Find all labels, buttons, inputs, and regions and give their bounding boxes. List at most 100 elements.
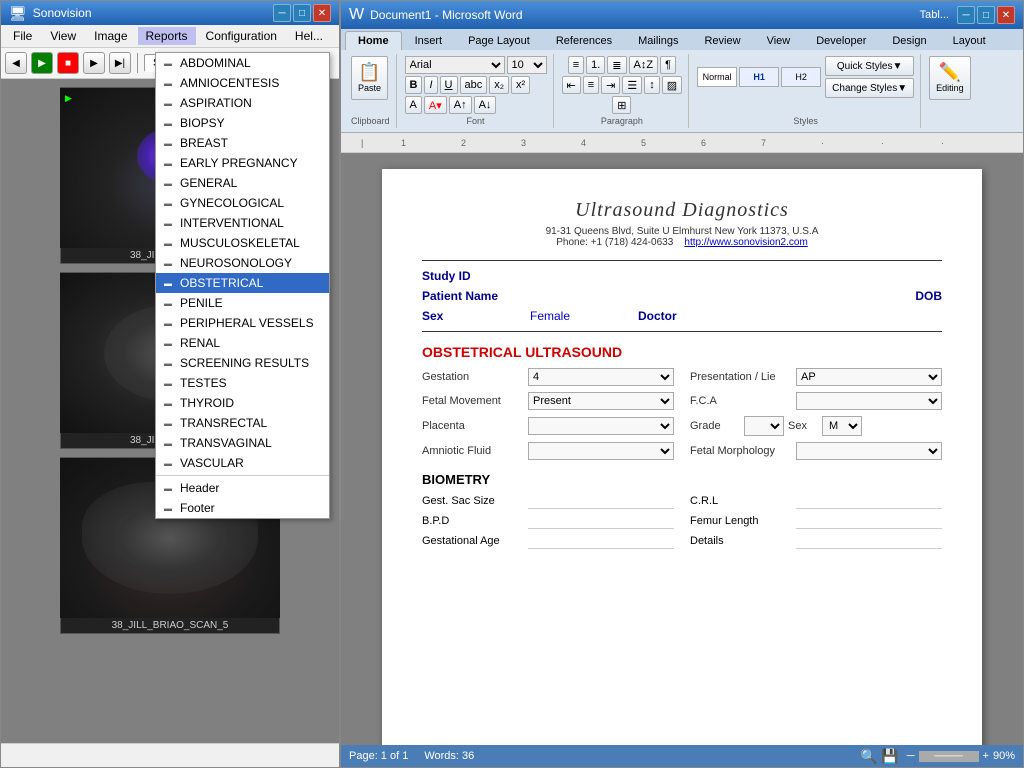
menu-obstetrical[interactable]: OBSTETRICAL	[156, 273, 329, 293]
show-marks-button[interactable]: ¶	[660, 56, 676, 74]
menu-general[interactable]: GENERAL	[156, 173, 329, 193]
menu-penile[interactable]: PENILE	[156, 293, 329, 313]
sex-select[interactable]: M	[822, 416, 862, 436]
gest-age-input[interactable]	[528, 533, 674, 549]
tab-review[interactable]: Review	[691, 31, 753, 50]
tab-layout[interactable]: Layout	[940, 31, 999, 50]
align-right[interactable]: ⇥	[601, 76, 620, 94]
font-name-select[interactable]: Arial	[405, 56, 505, 74]
bullets-button[interactable]: ≡	[568, 56, 584, 74]
editing-button[interactable]: ✏️ Editing	[929, 56, 971, 100]
bpd-input[interactable]	[528, 513, 674, 529]
word-maximize-btn[interactable]: □	[977, 6, 995, 24]
gestation-select[interactable]: 4	[528, 368, 674, 386]
font-color-button[interactable]: A▾	[424, 96, 447, 114]
italic-button[interactable]: I	[424, 76, 437, 94]
amniotic-select[interactable]	[528, 442, 674, 460]
grade-select[interactable]	[744, 416, 784, 436]
word-close-btn[interactable]: ✕	[997, 6, 1015, 24]
fetal-movement-select[interactable]: Present	[528, 392, 674, 410]
menu-musculoskeletal[interactable]: MUSCULOSKELETAL	[156, 233, 329, 253]
menu-renal[interactable]: RENAL	[156, 333, 329, 353]
borders[interactable]: ⊞	[612, 96, 631, 114]
font-size-shrink[interactable]: A↓	[474, 96, 497, 114]
numbering-button[interactable]: 1.	[586, 56, 605, 74]
fetal-morph-select[interactable]	[796, 442, 942, 460]
tab-mailings[interactable]: Mailings	[625, 31, 691, 50]
menu-transrectal[interactable]: TRANSRECTAL	[156, 413, 329, 433]
presentation-select[interactable]: AP	[796, 368, 942, 386]
stop-button[interactable]: ■	[57, 52, 79, 74]
menu-help[interactable]: Hel...	[287, 27, 331, 45]
menu-transvaginal[interactable]: TRANSVAGINAL	[156, 433, 329, 453]
maximize-button[interactable]: □	[293, 4, 311, 22]
style-normal[interactable]: Normal	[697, 67, 737, 87]
play-button[interactable]: ▶	[31, 52, 53, 74]
font-size-select[interactable]: 10	[507, 56, 547, 74]
close-button[interactable]: ✕	[313, 4, 331, 22]
menu-neurosonology[interactable]: NEUROSONOLOGY	[156, 253, 329, 273]
sonovision-titlebar: 🖥 Sonovision ─ □ ✕	[1, 1, 339, 25]
menu-interventional[interactable]: INTERVENTIONAL	[156, 213, 329, 233]
justify[interactable]: ☰	[622, 76, 642, 94]
tab-view[interactable]: View	[754, 31, 804, 50]
style-heading2[interactable]: H2	[781, 67, 821, 87]
menu-peripheral-vessels[interactable]: PERIPHERAL VESSELS	[156, 313, 329, 333]
menu-biopsy[interactable]: BIOPSY	[156, 113, 329, 133]
menu-testes[interactable]: TESTES	[156, 373, 329, 393]
menu-header[interactable]: Header	[156, 478, 329, 498]
quick-styles-button[interactable]: Quick Styles▼	[825, 56, 914, 76]
menu-aspiration[interactable]: ASPIRATION	[156, 93, 329, 113]
bold-button[interactable]: B	[405, 76, 423, 94]
zoom-out-btn[interactable]: ─	[907, 750, 915, 762]
menu-gynecological[interactable]: GYNECOLOGICAL	[156, 193, 329, 213]
tab-insert[interactable]: Insert	[402, 31, 456, 50]
underline-button[interactable]: U	[440, 76, 458, 94]
sort-button[interactable]: A↕Z	[629, 56, 659, 74]
menu-reports[interactable]: Reports	[138, 27, 196, 45]
strikethrough-button[interactable]: abc	[460, 76, 488, 94]
align-center[interactable]: ≡	[583, 76, 599, 94]
menu-file[interactable]: File	[5, 27, 40, 45]
tab-page-layout[interactable]: Page Layout	[455, 31, 543, 50]
style-heading1[interactable]: H1	[739, 67, 779, 87]
fca-select[interactable]	[796, 392, 942, 410]
menu-amniocentesis[interactable]: AMNIOCENTESIS	[156, 73, 329, 93]
menu-configuration[interactable]: Configuration	[198, 27, 285, 45]
menu-early-pregnancy[interactable]: EARLY PREGNANCY	[156, 153, 329, 173]
zoom-slider[interactable]: ────	[919, 751, 979, 762]
menu-image[interactable]: Image	[86, 27, 135, 45]
menu-vascular[interactable]: VASCULAR	[156, 453, 329, 473]
subscript-button[interactable]: x₂	[489, 76, 509, 94]
zoom-in-btn[interactable]: +	[983, 750, 989, 762]
line-spacing[interactable]: ↕	[644, 76, 660, 94]
femur-input[interactable]	[796, 513, 942, 529]
word-minimize-btn[interactable]: ─	[957, 6, 975, 24]
clear-format-button[interactable]: A	[405, 96, 422, 114]
menu-breast[interactable]: BREAST	[156, 133, 329, 153]
shading[interactable]: ▨	[662, 76, 682, 94]
menu-screening-results[interactable]: SCREENING RESULTS	[156, 353, 329, 373]
font-size-grow[interactable]: A↑	[449, 96, 472, 114]
tab-references[interactable]: References	[543, 31, 625, 50]
menu-view[interactable]: View	[42, 27, 84, 45]
minimize-button[interactable]: ─	[273, 4, 291, 22]
next-button[interactable]: ▶|	[109, 52, 131, 74]
menu-footer[interactable]: Footer	[156, 498, 329, 518]
tab-developer[interactable]: Developer	[803, 31, 879, 50]
outline-button[interactable]: ≣	[607, 56, 626, 74]
forward-button[interactable]: ▶	[83, 52, 105, 74]
align-left[interactable]: ⇤	[562, 76, 581, 94]
placenta-select[interactable]	[528, 417, 674, 435]
tab-design[interactable]: Design	[879, 31, 939, 50]
change-styles-button[interactable]: Change Styles▼	[825, 78, 914, 98]
superscript-button[interactable]: x²	[511, 76, 530, 94]
paste-button[interactable]: 📋 Paste	[351, 56, 388, 100]
gest-sac-input[interactable]	[528, 493, 674, 509]
back-button[interactable]: ◀	[5, 52, 27, 74]
tab-home[interactable]: Home	[345, 31, 402, 50]
details-input[interactable]	[796, 533, 942, 549]
menu-abdominal[interactable]: ABDOMINAL	[156, 53, 329, 73]
menu-thyroid[interactable]: THYROID	[156, 393, 329, 413]
crl-input[interactable]	[796, 493, 942, 509]
